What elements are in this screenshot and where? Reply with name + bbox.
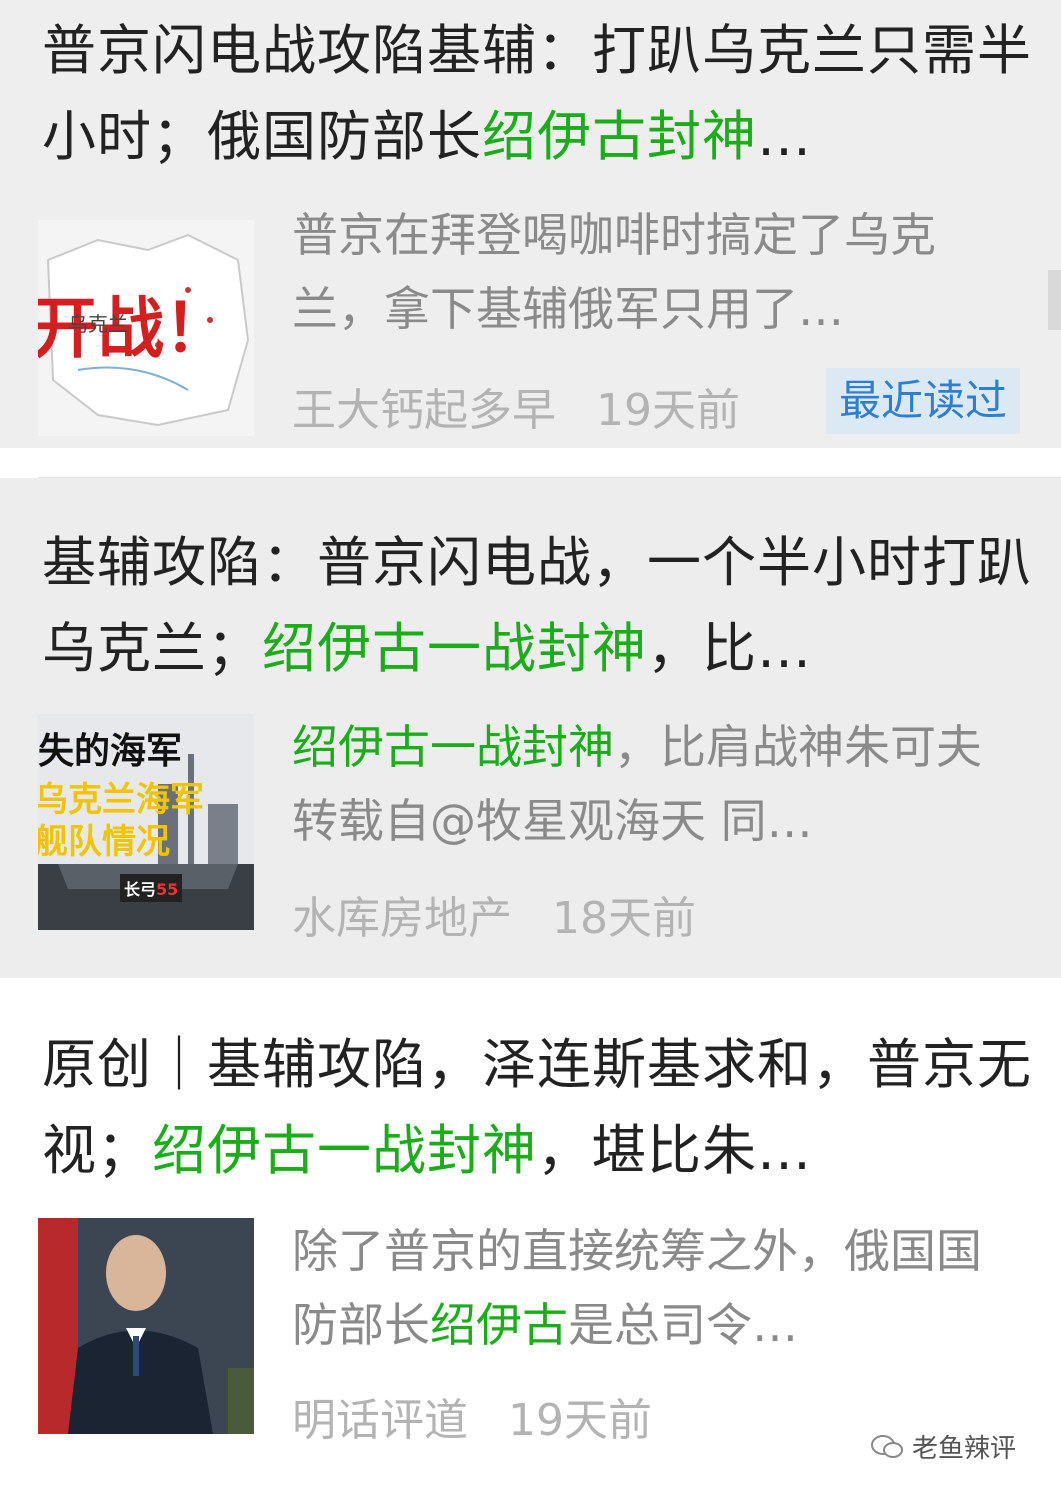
author-name: 明话评道	[292, 1395, 468, 1446]
article-title[interactable]: 原创｜基辅攻陷，泽连斯基求和，普京无视；绍伊古一战封神，堪比朱…	[42, 1022, 1032, 1194]
recently-read-badge: 最近读过	[826, 368, 1020, 434]
article-title[interactable]: 普京闪电战攻陷基辅：打趴乌克兰只需半小时；俄国防部长绍伊古封神…	[42, 8, 1032, 180]
publish-time: 19天前	[508, 1395, 652, 1446]
watermark: 老鱼辣评	[870, 1428, 1016, 1465]
wechat-icon	[871, 1434, 903, 1458]
thumb-headline: 开战！	[38, 289, 230, 367]
watermark-text: 老鱼辣评	[912, 1434, 1017, 1464]
article-meta: 明话评道 19天前	[292, 1384, 678, 1448]
publish-time: 18天前	[552, 893, 696, 944]
author-name: 水库房地产	[292, 893, 512, 944]
thumb-caption: 乌克兰	[68, 312, 128, 336]
article-title[interactable]: 基辅攻陷：普京闪电战，一个半小时打趴乌克兰；绍伊古一战封神，比…	[42, 520, 1032, 692]
article-thumbnail-warship[interactable]: 失的海军 乌克兰海军 舰队情况 长弓55	[38, 714, 254, 930]
article-meta: 水库房地产 18天前	[292, 882, 722, 946]
scroll-edge-marker	[1048, 270, 1061, 330]
article-card-2[interactable]: 基辅攻陷：普京闪电战，一个半小时打趴乌克兰；绍伊古一战封神，比… 失的海军 乌克…	[0, 478, 1061, 978]
article-snippet: 绍伊古一战封神，比肩战神朱可夫 转载自@牧星观海天 同…	[292, 720, 982, 848]
article-snippet: 除了普京的直接统筹之外，俄国国防部长绍伊古是总司令…	[292, 1224, 982, 1352]
publish-time: 19天前	[596, 385, 740, 436]
article-thumbnail-map[interactable]: 开战！ 乌克兰	[38, 220, 254, 436]
article-thumbnail-portrait[interactable]	[38, 1218, 254, 1434]
article-card-3[interactable]: 原创｜基辅攻陷，泽连斯基求和，普京无视；绍伊古一战封神，堪比朱… 除了普京的直接…	[0, 978, 1061, 1493]
thumb-label: 长弓55	[120, 874, 183, 902]
thumb-line-3: 舰队情况	[38, 822, 170, 862]
author-name: 王大钙起多早	[292, 385, 556, 436]
article-meta: 王大钙起多早 19天前	[292, 374, 766, 438]
article-snippet: 普京在拜登喝咖啡时搞定了乌克兰，拿下基辅俄军只用了…	[292, 208, 936, 336]
thumb-line-1: 失的海军	[38, 731, 183, 772]
article-card-1[interactable]: 普京闪电战攻陷基辅：打趴乌克兰只需半小时；俄国防部长绍伊古封神… 开战！ 乌克兰…	[0, 0, 1061, 448]
